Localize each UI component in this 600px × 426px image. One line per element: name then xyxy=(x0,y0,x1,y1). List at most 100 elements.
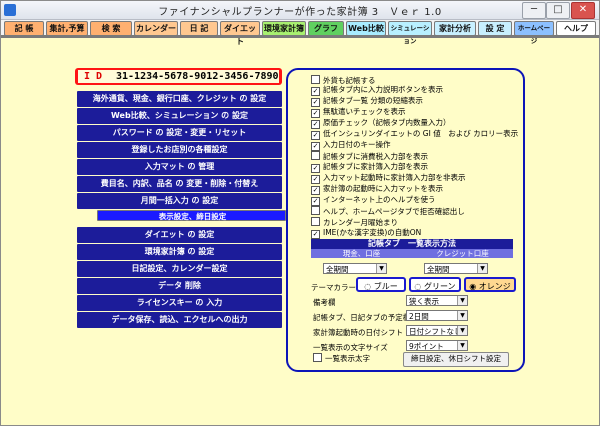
checkbox[interactable] xyxy=(313,353,322,362)
checkbox[interactable]: ✓ xyxy=(311,131,320,140)
chevron-down-icon[interactable]: ▼ xyxy=(477,264,487,273)
theme-blue-radio[interactable]: ◌ ブルー xyxy=(356,277,406,292)
checkbox[interactable]: ✓ xyxy=(311,186,320,195)
option-item[interactable]: ✓ 記帳タブに家計簿入力部を表示 xyxy=(311,162,428,173)
option-label: 一覧表示太字 xyxy=(325,354,370,363)
option-item[interactable]: 外貨も記帳する xyxy=(311,75,376,85)
tab-shukei[interactable]: 集計,予算 xyxy=(46,21,88,36)
schedule-days-select[interactable]: 2日間 ▼ xyxy=(406,310,468,321)
checkbox[interactable]: ✓ xyxy=(311,175,320,184)
option-item[interactable]: カレンダー月曜始まり xyxy=(311,217,398,227)
tab-calendar[interactable]: カレンダー xyxy=(134,21,178,36)
nav-display-settings[interactable]: 表示設定、締日設定 xyxy=(97,210,286,221)
checkbox[interactable]: ✓ xyxy=(311,87,320,96)
option-label: 入力マット起動時に家計簿入力部を非表示 xyxy=(323,173,466,182)
nav-item-names[interactable]: 費目名、内訳、品名 の 変更・削除・付替え xyxy=(77,176,282,192)
option-item[interactable]: ✓ 原価チェック（記帳タブ内数量入力） xyxy=(311,118,451,129)
close-button[interactable]: ✕ xyxy=(571,2,595,19)
id-value: 31-1234-5678-9012-3456-7890 xyxy=(116,71,279,82)
chevron-down-icon[interactable]: ▼ xyxy=(457,296,467,305)
nav-currency-settings[interactable]: 海外通貨、現金、銀行口座、クレジット の 設定 xyxy=(77,91,282,107)
nav-shop-settings[interactable]: 登録したお店別の各種設定 xyxy=(77,142,282,158)
checkbox[interactable]: ✓ xyxy=(311,109,320,118)
option-item[interactable]: ✓ 入力日付のキー操作 xyxy=(311,140,391,151)
date-shift-select[interactable]: 日付シフトなし ▼ xyxy=(406,325,468,336)
tab-simulation[interactable]: シミュレーション xyxy=(388,21,432,45)
option-item[interactable]: ✓ 記帳タブ内に入力説明ボタンを表示 xyxy=(311,85,443,96)
theme-green-radio[interactable]: ◌ グリーン xyxy=(409,277,461,292)
option-item[interactable]: ヘルプ、ホームページタブで拒否確認出し xyxy=(311,206,465,216)
option-item[interactable]: ✓ 記帳タブ一覧 分類の短縮表示 xyxy=(311,96,423,107)
option-item[interactable]: ✓ 無駄遣いチェックを表示 xyxy=(311,107,406,118)
tab-diet[interactable]: ダイエット xyxy=(220,21,260,46)
setting-label: 備考欄 xyxy=(313,298,336,307)
tab-help[interactable]: ヘルプ xyxy=(556,21,596,36)
nav-license-key[interactable]: ライセンスキー の 入力 xyxy=(77,295,282,311)
theme-orange-radio[interactable]: ◉ オレンジ xyxy=(464,277,516,292)
select-value: 日付シフトなし xyxy=(409,327,462,336)
tab-kensaku[interactable]: 検 索 xyxy=(90,21,132,36)
radio-label: グリーン xyxy=(423,282,456,291)
checkbox[interactable]: ✓ xyxy=(311,120,320,129)
checkbox[interactable] xyxy=(311,151,320,160)
chevron-down-icon[interactable]: ▼ xyxy=(457,311,467,320)
option-label: 無駄遣いチェックを表示 xyxy=(323,107,406,116)
checkbox[interactable] xyxy=(311,206,320,215)
checkbox[interactable]: ✓ xyxy=(311,230,320,239)
option-item[interactable]: ✓ インターネット上のヘルプを使う xyxy=(311,195,436,206)
tab-settings[interactable]: 設 定 xyxy=(478,21,512,36)
closing-day-settings-button[interactable]: 締日設定、休日シフト設定 xyxy=(403,352,509,367)
select-value: 狭く表示 xyxy=(409,297,439,306)
chevron-down-icon[interactable]: ▼ xyxy=(457,326,467,335)
option-item[interactable]: ✓ IME(かな漢字変換)の自動ON xyxy=(311,228,422,239)
app-window: ファイナンシャルプランナーが作った家計簿 3 Ｖｅｒ 1.0 ─ □ ✕ 記 帳… xyxy=(0,0,600,426)
minimize-button[interactable]: ─ xyxy=(522,2,546,19)
tab-web[interactable]: Web比較 xyxy=(346,21,386,36)
tab-eco[interactable]: 環境家計簿 xyxy=(262,21,306,36)
option-item[interactable]: ✓ 低インシュリンダイエットの GI 値 および カロリー表示 xyxy=(311,129,519,140)
checkbox[interactable]: ✓ xyxy=(311,98,320,107)
checkbox[interactable]: ✓ xyxy=(311,142,320,151)
nav-data-delete[interactable]: データ 削除 xyxy=(77,278,282,294)
option-item[interactable]: ✓ 入力マット起動時に家計簿入力部を非表示 xyxy=(311,173,466,184)
option-item[interactable]: ✓ 家計簿の起動時に入力マットを表示 xyxy=(311,184,443,195)
tab-nikki[interactable]: 日 記 xyxy=(180,21,218,36)
nav-password-settings[interactable]: パスワード の 設定・変更・リセット xyxy=(77,125,282,141)
option-label: ヘルプ、ホームページタブで拒否確認出し xyxy=(323,207,465,216)
nav-diary-settings[interactable]: 日記設定、カレンダー設定 xyxy=(77,261,282,277)
select-value: 全期間 xyxy=(326,265,349,274)
option-item[interactable]: 記帳タブに消費税入力部を表示 xyxy=(311,151,428,161)
nav-monthly-input[interactable]: 月間一括入力 の 設定 xyxy=(77,193,282,209)
chevron-down-icon[interactable]: ▼ xyxy=(457,341,467,350)
ledger-cash-period-select[interactable]: 全期間 ▼ xyxy=(323,263,387,274)
checkbox[interactable] xyxy=(311,217,320,226)
tab-homepage[interactable]: ホームページ xyxy=(514,21,554,45)
option-label: 低インシュリンダイエットの GI 値 および カロリー表示 xyxy=(323,129,519,138)
option-label: IME(かな漢字変換)の自動ON xyxy=(323,228,422,237)
tab-analysis[interactable]: 家計分析 xyxy=(434,21,476,36)
font-size-select[interactable]: 9ポイント ▼ xyxy=(406,340,468,351)
maximize-button[interactable]: □ xyxy=(546,2,570,19)
option-label: 外貨も記帳する xyxy=(323,76,376,85)
checkbox[interactable]: ✓ xyxy=(311,197,320,206)
checkbox[interactable]: ✓ xyxy=(311,164,320,173)
remarks-width-select[interactable]: 狭く表示 ▼ xyxy=(406,295,468,306)
nav-data-save[interactable]: データ保存、読込、エクセルへの出力 xyxy=(77,312,282,328)
radio-dot-icon: ◉ xyxy=(469,282,479,291)
option-label: 記帳タブに家計簿入力部を表示 xyxy=(323,162,428,171)
nav-diet-settings[interactable]: ダイエット の 設定 xyxy=(77,227,282,243)
theme-color-label: テーマカラー xyxy=(311,283,356,292)
tab-graph[interactable]: グラフ xyxy=(308,21,344,36)
ledger-group-title: 記帳タブ 一覧表示方法 xyxy=(311,239,513,249)
id-label: I D xyxy=(84,71,103,82)
radio-label: ブルー xyxy=(373,282,398,291)
ledger-credit-period-select[interactable]: 全期間 ▼ xyxy=(424,263,488,274)
nav-web-settings[interactable]: Web比較、シミュレーション の 設定 xyxy=(77,108,282,124)
checkbox[interactable] xyxy=(311,75,320,84)
nav-eco-settings[interactable]: 環境家計簿 の 設定 xyxy=(77,244,282,260)
tab-kicho[interactable]: 記 帳 xyxy=(4,21,44,36)
bold-list-option[interactable]: 一覧表示太字 xyxy=(313,353,370,363)
nav-input-mat[interactable]: 入力マット の 管理 xyxy=(77,159,282,175)
chevron-down-icon[interactable]: ▼ xyxy=(376,264,386,273)
select-value: 全期間 xyxy=(427,265,450,274)
